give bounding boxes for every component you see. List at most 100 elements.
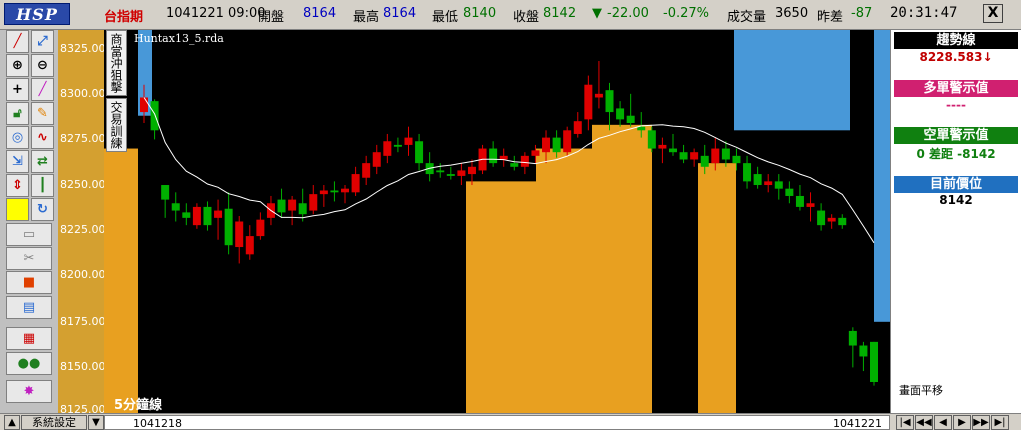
- line-draw-icon[interactable]: ╱: [31, 78, 54, 101]
- candle-body: [245, 236, 254, 255]
- tab-training[interactable]: 交易訓練: [106, 98, 127, 152]
- y-tick: 8325.00: [60, 42, 106, 55]
- app-window: HSP 台指期 1041221 09:00 開盤 8164 最高 8164 最低…: [0, 0, 1021, 430]
- candle-body: [870, 341, 878, 382]
- candle-body: [806, 203, 815, 207]
- short-alert-header: 空單警示值: [894, 127, 1018, 144]
- nav-fast-back-button[interactable]: ◀◀: [915, 415, 933, 430]
- nav-first-button[interactable]: |◀: [896, 415, 914, 430]
- close-button[interactable]: X: [983, 4, 1003, 23]
- wave-icon[interactable]: ∿: [31, 126, 54, 149]
- date-start: 1041218: [133, 417, 182, 430]
- scroll-up-button[interactable]: ▲: [4, 415, 20, 430]
- diff-label: 昨差: [817, 10, 844, 25]
- y-tick: 8275.00: [60, 132, 106, 145]
- candle-body: [214, 210, 223, 218]
- folder-icon[interactable]: ▭: [6, 223, 52, 246]
- candle-body: [827, 217, 836, 222]
- candle-body: [171, 203, 180, 211]
- nav-last-button[interactable]: ▶|: [991, 415, 1009, 430]
- signal-panel: 趨勢線 8228.583↓ 多單警示值 ---- 空單警示值 0 差距 -814…: [890, 30, 1021, 413]
- pencil-icon[interactable]: ✎: [31, 102, 54, 125]
- candle-body: [489, 148, 498, 164]
- candle-body: [341, 188, 350, 193]
- burst-icon[interactable]: ✸: [6, 380, 52, 403]
- candle-body: [795, 195, 804, 207]
- candle-body: [140, 97, 148, 113]
- candle-body: [383, 141, 392, 156]
- people-icon[interactable]: ●●: [6, 352, 52, 375]
- grid-icon[interactable]: ▦: [6, 327, 52, 350]
- swap-icon[interactable]: ⇄: [31, 150, 54, 173]
- side-tabs: 商當沖狙擊 交易訓練: [106, 30, 127, 154]
- list-icon[interactable]: ▤: [6, 296, 52, 319]
- candle-body: [351, 174, 360, 193]
- candle-body: [256, 219, 265, 237]
- zoom-out-icon[interactable]: ⊖: [31, 54, 54, 77]
- candle-body: [721, 148, 730, 160]
- close-label: 收盤: [513, 10, 540, 25]
- change-arrow-icon: ▼: [592, 6, 602, 21]
- candle-body: [182, 212, 191, 218]
- candle-body: [309, 194, 318, 211]
- time-axis[interactable]: 1041218 1041221: [104, 415, 890, 430]
- candle-body: [404, 137, 413, 145]
- date-end: 1041221: [833, 417, 882, 430]
- split-icon[interactable]: ⤢: [31, 30, 54, 53]
- candle-body: [224, 208, 233, 246]
- candle-body: [203, 206, 212, 226]
- candle-body: [690, 152, 699, 160]
- scale-icon[interactable]: ⇲: [6, 150, 29, 173]
- updown-icon[interactable]: ⇕: [6, 174, 29, 197]
- long-alert-header: 多單警示值: [894, 80, 1018, 97]
- bottom-bar: ▲ 系統設定 ▼ 1041218 1041221 |◀ ◀◀ ◀ ▶ ▶▶ ▶|: [0, 413, 1021, 430]
- scissors-icon[interactable]: ✂: [6, 247, 52, 270]
- nav-fast-forward-button[interactable]: ▶▶: [972, 415, 990, 430]
- candle-body: [563, 130, 572, 153]
- candle-body: [594, 93, 603, 98]
- short-alert-value: 0 差距 -8142: [916, 147, 996, 161]
- candle-body: [573, 121, 582, 134]
- crosshair-icon[interactable]: +: [6, 78, 29, 101]
- candle-body: [732, 155, 741, 164]
- color-yellow-icon[interactable]: [6, 198, 29, 221]
- candle-body: [743, 163, 752, 182]
- period-label: 5分鐘線: [114, 398, 163, 413]
- candle-body: [510, 163, 519, 167]
- drawing-toolbar: ╱ ⤢ ⊕ ⊖ + ╱ 🔓︎ ✎ ◎ ∿ ⇲ ⇄ ⇕ ┃ ↻ ▭ ✂ ■ ▤ ▦…: [0, 30, 58, 413]
- tab-daytrade[interactable]: 商當沖狙擊: [106, 30, 127, 96]
- candle-body: [520, 155, 529, 167]
- system-settings-button[interactable]: 系統設定: [21, 415, 87, 430]
- fill-band: [104, 148, 138, 413]
- trend-line-icon[interactable]: ╱: [6, 30, 29, 53]
- candle-body: [658, 144, 667, 149]
- globe-icon[interactable]: ◎: [6, 126, 29, 149]
- candle-body: [330, 190, 339, 193]
- candle-body: [415, 141, 424, 164]
- file-label: Huntax13_5.rda: [134, 32, 224, 45]
- low-label: 最低: [432, 10, 459, 25]
- candle-body: [700, 155, 709, 167]
- price-chart[interactable]: 商當沖狙擊 交易訓練 Huntax13_5.rda 5分鐘線: [104, 30, 890, 413]
- instrument-name: 台指期: [104, 10, 144, 25]
- nav-forward-button[interactable]: ▶: [953, 415, 971, 430]
- candle-body: [711, 148, 720, 164]
- lock-icon[interactable]: 🔓︎: [6, 102, 29, 125]
- candle-body: [457, 170, 466, 176]
- candle-body: [531, 150, 540, 156]
- candle-body: [584, 84, 593, 120]
- zoom-in-icon[interactable]: ⊕: [6, 54, 29, 77]
- fill-band: [698, 163, 736, 413]
- candle-body: [467, 166, 476, 175]
- candle-body: [298, 203, 307, 215]
- scroll-down-button[interactable]: ▼: [88, 415, 104, 430]
- trend-line-header: 趨勢線: [894, 32, 1018, 49]
- candle-body: [859, 345, 868, 357]
- nav-back-button[interactable]: ◀: [934, 415, 952, 430]
- refresh-icon[interactable]: ↻: [31, 198, 54, 221]
- candle-body: [679, 152, 688, 160]
- current-price-value: 8142: [939, 193, 973, 207]
- candle-icon[interactable]: ┃: [31, 174, 54, 197]
- stop-icon[interactable]: ■: [6, 271, 52, 294]
- candle-body: [668, 148, 677, 153]
